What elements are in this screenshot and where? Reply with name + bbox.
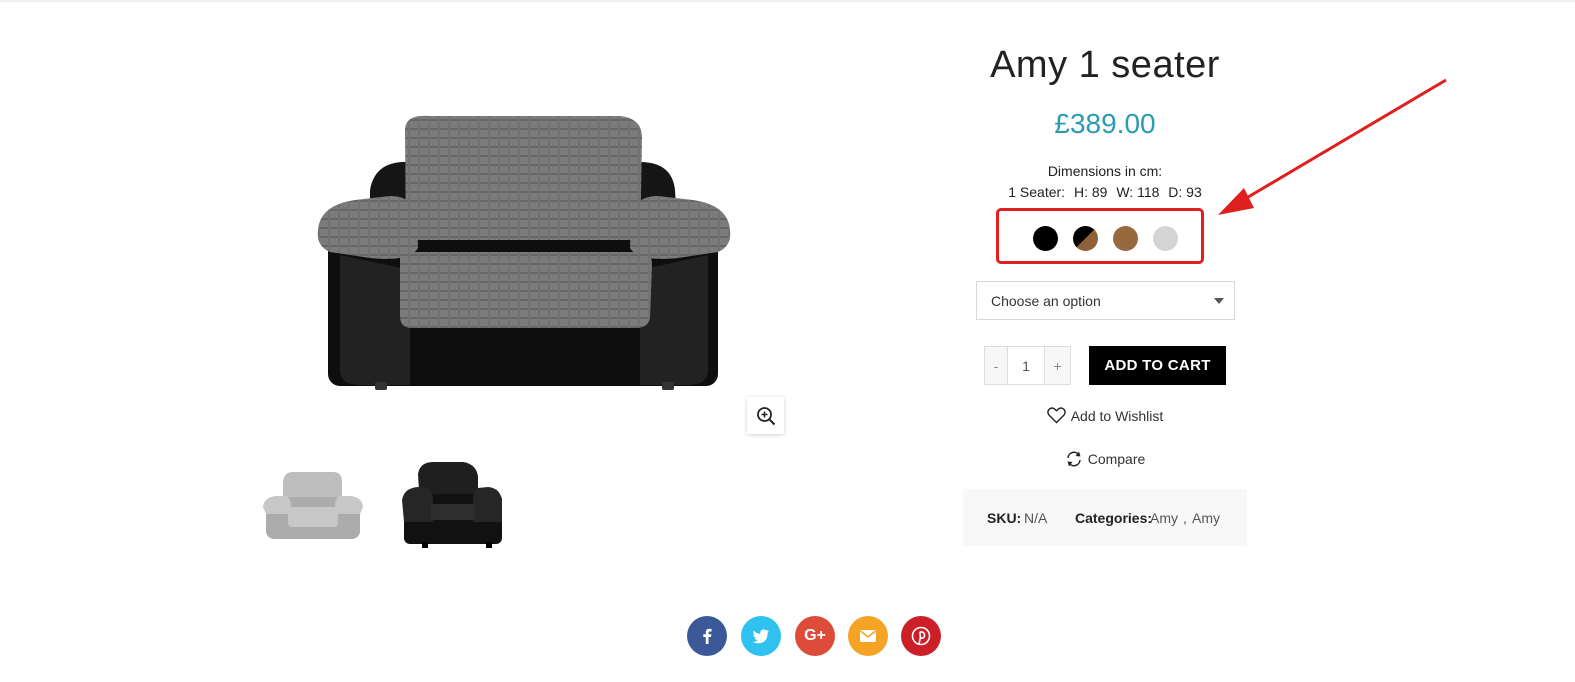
thumbnail-black-leather-chair[interactable]	[398, 452, 508, 552]
email-icon	[860, 630, 876, 642]
categories-label: Categories:	[1075, 510, 1153, 526]
chevron-down-icon	[1214, 298, 1224, 304]
swatch-black[interactable]	[1033, 226, 1058, 251]
dimension-height: H: 89	[1073, 184, 1108, 200]
zoom-button[interactable]	[747, 397, 784, 434]
google-plus-icon: G+	[804, 627, 826, 644]
share-pinterest-button[interactable]	[901, 616, 941, 656]
pinterest-icon	[911, 626, 931, 646]
refresh-icon	[1065, 450, 1083, 468]
heart-icon	[1046, 407, 1066, 424]
category-separator: ,	[1183, 510, 1187, 526]
share-twitter-button[interactable]	[741, 616, 781, 656]
dimension-depth: D: 93	[1168, 184, 1202, 200]
share-google-plus-button[interactable]: G+	[795, 616, 835, 656]
category-link-amy-2[interactable]: Amy	[1192, 510, 1220, 526]
dimension-width: W: 118	[1116, 184, 1160, 200]
category-link-amy[interactable]: Amy	[1150, 510, 1178, 526]
share-facebook-button[interactable]	[687, 616, 727, 656]
compare-link[interactable]: Compare	[960, 450, 1250, 468]
twitter-icon	[752, 629, 769, 644]
thumbnail-grey-chair[interactable]	[258, 452, 368, 552]
quantity-decrease-button[interactable]: -	[984, 346, 1008, 385]
variation-select[interactable]: Choose an option	[976, 281, 1235, 320]
variation-select-value: Choose an option	[991, 293, 1101, 309]
swatch-brown[interactable]	[1113, 226, 1138, 251]
wishlist-label: Add to Wishlist	[1070, 407, 1164, 424]
quantity-increase-button[interactable]: +	[1044, 346, 1071, 385]
zoom-in-icon	[756, 406, 775, 425]
add-to-cart-button[interactable]: ADD TO CART	[1089, 346, 1226, 385]
compare-label: Compare	[1087, 451, 1146, 467]
sku-value: N/A	[1024, 510, 1048, 526]
share-email-button[interactable]	[848, 616, 888, 656]
dimensions-label: 1 Seater:	[1008, 184, 1066, 200]
product-meta: SKU: N/A Categories: Amy , Amy	[963, 489, 1247, 546]
swatch-black-brown[interactable]	[1073, 226, 1098, 251]
swatch-grey[interactable]	[1153, 226, 1178, 251]
header-divider	[0, 0, 1575, 2]
facebook-icon	[703, 628, 712, 644]
annotation-arrow	[1218, 78, 1447, 215]
quantity-input[interactable]: 1	[1007, 346, 1045, 385]
main-product-image[interactable]	[300, 40, 750, 440]
add-to-wishlist-link[interactable]: Add to Wishlist	[960, 407, 1250, 424]
sku-label: SKU:	[987, 510, 1022, 526]
